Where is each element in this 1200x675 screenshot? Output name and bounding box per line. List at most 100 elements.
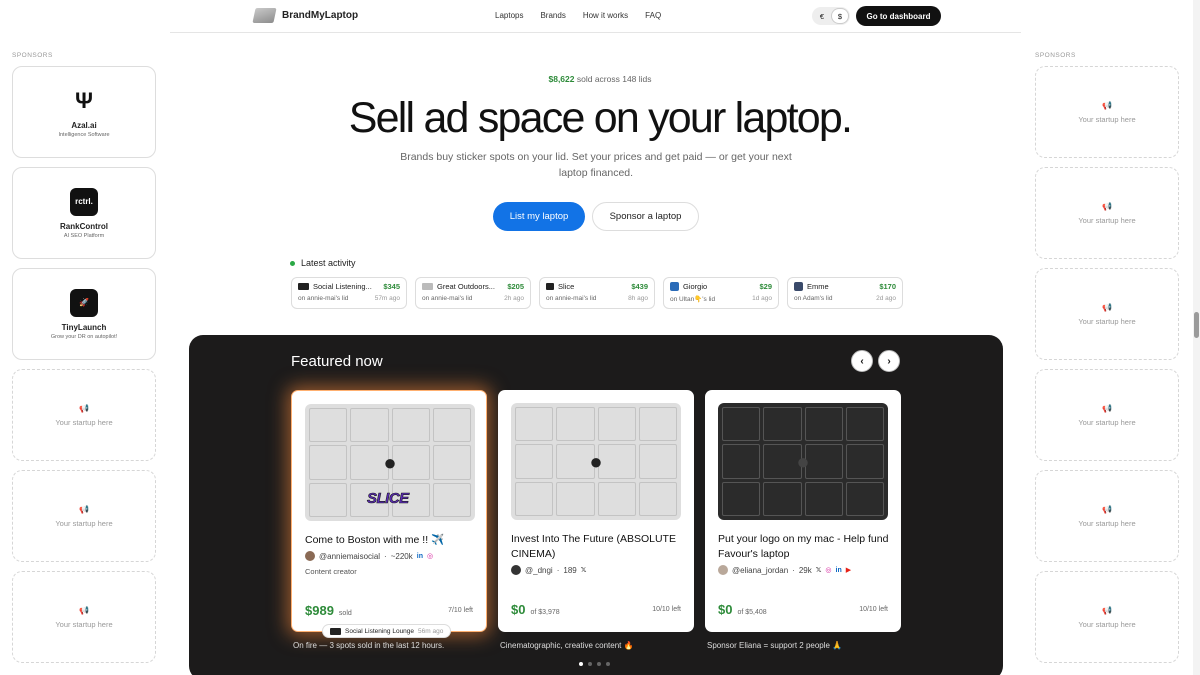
card-title: Put your logo on my mac - Help fund Favo… [718,533,889,560]
sales-stat: $8,622 sold across 148 lids [0,74,1200,84]
sponsor-card-tinylaunch[interactable]: 🚀 TinyLaunch Grow your DR on autopilot! [12,268,156,360]
card-price: $0 of $5,408 [718,602,767,617]
follower-count: ~220k [390,551,413,561]
avatar [305,551,315,561]
youtube-icon[interactable]: ▶ [846,566,851,574]
nav-faq[interactable]: FAQ [645,11,661,20]
main-nav: Laptops Brands How it works FAQ [495,11,661,20]
activity-brand: Great Outdoors... [437,282,495,291]
activity-time: 8h ago [628,295,648,302]
featured-laptop-card[interactable]: ● Put your logo on my mac - Help fund Fa… [705,390,901,632]
sponsor-slot-empty[interactable]: 📢 Your startup here [1035,268,1179,360]
sponsor-card-rankcontrol[interactable]: rctrl. RankControl AI SEO Platform [12,167,156,259]
megaphone-icon: 📢 [79,605,89,615]
sponsor-a-laptop-button[interactable]: Sponsor a laptop [592,202,699,231]
sponsor-slot-label: Your startup here [55,417,113,427]
card-caption: Sponsor Eliana = support 2 people 🙏 [707,641,843,650]
creator-handle[interactable]: @eliana_jordan [732,566,788,575]
sponsor-slot-empty[interactable]: 📢 Your startup here [12,571,156,663]
sponsor-slot-label: Your startup here [1078,316,1136,326]
carousel-pagination [579,662,610,666]
sponsor-slot-empty[interactable]: 📢 Your startup here [12,369,156,461]
megaphone-icon: 📢 [1102,302,1112,312]
activity-item[interactable]: Emme $170 on Adam's lid 2d ago [787,277,903,309]
carousel-dot[interactable] [579,662,583,666]
hero-title: Sell ad space on your laptop. [348,94,853,142]
activity-item[interactable]: Social Listening... $345 on annie-mai's l… [291,277,407,309]
nav-brands[interactable]: Brands [540,11,565,20]
recent-sale-time: 56m ago [418,627,444,635]
activity-brand: Slice [558,282,575,291]
recent-sale-pill: Social Listening Lounge 56m ago [322,624,452,638]
carousel-dot[interactable] [588,662,592,666]
sponsor-tagline: Grow your DR on autopilot! [50,333,118,340]
featured-laptop-card[interactable]: ● Invest Into The Future (ABSOLUTE CINEM… [498,390,694,632]
carousel-next-button[interactable]: › [878,350,900,372]
activity-lid: on annie-mai's lid [298,295,349,302]
spots-left: 10/10 left [859,606,888,613]
activity-item[interactable]: Giorgio $29 on Ultan👇's lid 1d ago [663,277,779,309]
list-my-laptop-button[interactable]: List my laptop [493,202,585,231]
linkedin-icon[interactable]: in [417,553,423,560]
brand-link[interactable]: BrandMyLaptop [252,8,358,23]
brand-logo-icon [298,283,309,290]
instagram-icon[interactable]: ◎ [427,552,433,560]
sponsor-slot-empty[interactable]: 📢 Your startup here [1035,369,1179,461]
brand-logo-icon [546,283,554,290]
currency-euro-option[interactable]: € [814,9,830,23]
price-note: sold [338,610,352,617]
card-title: Come to Boston with me !! ✈️ [305,534,445,546]
sponsors-column-right: 📢 Your startup here 📢 Your startup here 📢 Y… [1035,66,1179,663]
sponsor-name: TinyLaunch [61,322,107,332]
carousel-dot[interactable] [606,662,610,666]
activity-time: 57m ago [374,295,400,302]
activity-item[interactable]: Great Outdoors... $205 on annie-mai's lid… [415,277,531,309]
megaphone-icon: 📢 [1102,605,1112,615]
activity-item[interactable]: Slice $439 on annie-mai's lid 8h ago [539,277,655,309]
sponsor-name: RankControl [60,221,108,231]
x-icon[interactable]: 𝕏 [816,566,822,574]
activity-time: 2h ago [504,295,524,302]
card-caption: On fire — 3 spots sold in the last 12 ho… [293,641,445,650]
instagram-icon[interactable]: ◎ [825,566,831,574]
price-amount: $0 [718,602,733,617]
laptop-logo-icon [252,8,277,23]
nav-how-it-works[interactable]: How it works [583,11,628,20]
activity-time: 2d ago [876,295,896,302]
sponsor-slot-empty[interactable]: 📢 Your startup here [12,470,156,562]
megaphone-icon: 📢 [1102,403,1112,413]
creator-handle[interactable]: @anniemaisocial [319,552,380,561]
sponsor-slot-empty[interactable]: 📢 Your startup here [1035,571,1179,663]
price-note: of $3,978 [530,609,560,616]
scrollbar-thumb[interactable] [1194,312,1199,338]
sponsor-slot-label: Your startup here [55,619,113,629]
creator-handle[interactable]: @_dngi [525,566,553,575]
creator-role: Content creator [305,567,357,576]
linkedin-icon[interactable]: in [836,567,842,574]
live-indicator-icon [290,260,295,266]
nav-laptops[interactable]: Laptops [495,11,523,20]
featured-laptop-card[interactable]: ● SLICE Come to Boston with me !! ✈️ @an… [291,390,487,632]
creator-meta: @anniemaisocial · ~220k in ◎ [305,551,433,561]
sponsor-slot-empty[interactable]: 📢 Your startup here [1035,470,1179,562]
price-amount: $0 [511,602,526,617]
sponsor-slot-empty[interactable]: 📢 Your startup here [1035,167,1179,259]
top-navigation-bar: BrandMyLaptop Laptops Brands How it work… [170,0,1021,33]
activity-lid: on Adam's lid [794,295,833,302]
apple-logo-icon: ● [796,448,810,474]
sponsors-label-left: SPONSORS [12,52,53,59]
hero-subtitle: Brands buy sticker spots on your lid. Se… [400,151,792,179]
carousel-prev-button[interactable]: ‹ [851,350,873,372]
sponsor-slot-label: Your startup here [1078,215,1136,225]
x-icon[interactable]: 𝕏 [581,566,587,574]
chevron-left-icon: ‹ [860,355,864,367]
sponsor-slot-label: Your startup here [55,518,113,528]
laptop-lid-preview: ● SLICE [305,404,475,521]
activity-lid: on Ultan👇's lid [670,296,716,303]
activity-price: $205 [507,282,524,291]
apple-logo-icon: ● [589,448,603,474]
megaphone-icon: 📢 [1102,201,1112,211]
currency-dollar-option[interactable]: $ [832,9,848,23]
go-to-dashboard-button[interactable]: Go to dashboard [856,6,941,26]
carousel-dot[interactable] [597,662,601,666]
